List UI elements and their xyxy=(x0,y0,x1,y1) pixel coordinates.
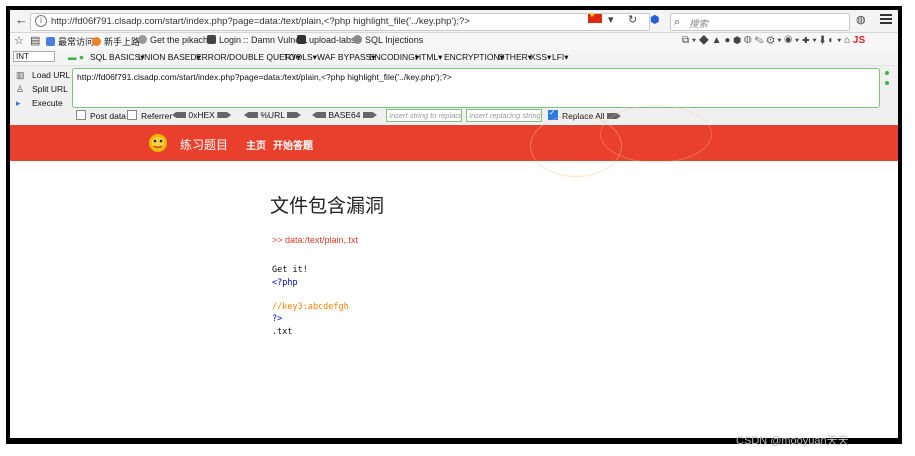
china-flag-icon xyxy=(588,11,602,23)
firefox-icon xyxy=(92,37,101,46)
lantern-decoration xyxy=(600,105,712,163)
menu-sql-basics[interactable]: SQL BASICS▾ xyxy=(90,52,145,63)
nav-start-quiz[interactable]: 开始答题 xyxy=(273,137,313,152)
menu-other[interactable]: OTHER▾ xyxy=(498,52,532,63)
right-arrow-icon[interactable] xyxy=(217,112,232,118)
site-header: 练习题目 主页 开始答题 xyxy=(10,105,898,177)
execute-button[interactable]: ▸ Execute xyxy=(16,98,63,109)
bookmark-getting-started[interactable]: 新手上路 xyxy=(92,35,140,48)
navigation-bar: ← i http://fd06f791.clsadp.com/start/ind… xyxy=(10,10,898,33)
post-data-checkbox[interactable]: Post data xyxy=(76,110,126,121)
right-arrow-icon[interactable] xyxy=(362,112,377,118)
globe-icon xyxy=(353,35,362,44)
menu-union-based[interactable]: UNION BASED▾ xyxy=(138,52,201,63)
replacing-string-input[interactable]: Insert replacing string xyxy=(466,109,542,122)
hex-encode-control[interactable]: 0xHEX xyxy=(172,110,232,120)
hamburger-icon[interactable] xyxy=(880,14,892,24)
bookmark-upload-labs[interactable]: upload-labs xyxy=(297,35,356,45)
address-bar[interactable]: i http://fd06f791.clsadp.com/start/index… xyxy=(30,13,650,31)
watermark: CSDN @mooyuan天天 xyxy=(736,435,849,447)
search-box[interactable]: ⌕ 搜索 xyxy=(670,13,850,31)
address-text[interactable]: http://fd06f791.clsadp.com/start/index.p… xyxy=(51,16,470,27)
url-encode-control[interactable]: %URL xyxy=(244,110,301,120)
window-frame: ← i http://fd06f791.clsadp.com/start/ind… xyxy=(6,6,902,444)
right-arrow-icon[interactable] xyxy=(287,112,301,118)
bookmark-most-visited[interactable]: 最常访问 xyxy=(46,35,94,48)
folder-icon xyxy=(297,35,306,44)
globe-icon xyxy=(138,35,147,44)
extension-icon[interactable]: ◍ xyxy=(856,13,866,27)
library-icon[interactable]: ▤ xyxy=(30,34,40,48)
bookmark-sql-injections[interactable]: SQL Injections xyxy=(353,35,423,45)
menu-tools[interactable]: TOOLS▾ xyxy=(284,52,317,63)
left-arrow-icon[interactable] xyxy=(172,112,186,118)
load-icon: ▥ xyxy=(16,70,25,80)
bookmarks-bar: ☆ ▤ 最常访问 新手上路 Get the pikachu Login :: D… xyxy=(10,33,898,50)
status-dot-icon xyxy=(885,71,889,75)
bookmark-icon xyxy=(46,37,55,46)
page-content: 练习题目 主页 开始答题 文件包含漏洞 >> data:/text/plain,… xyxy=(10,105,898,438)
menu-waf-bypass[interactable]: WAF BYPASS▾ xyxy=(317,52,376,63)
referrer-checkbox[interactable]: Referrer xyxy=(127,110,172,121)
code-line: <?php xyxy=(272,278,298,288)
status-dot-icon xyxy=(885,81,889,85)
hackbar-url-field[interactable]: http://fd06f791.clsadp.com/start/index.p… xyxy=(72,68,889,108)
code-line: .txt xyxy=(272,327,293,337)
browser-window: ← i http://fd06f791.clsadp.com/start/ind… xyxy=(10,10,898,438)
shield-icon[interactable]: ⬢ xyxy=(650,13,660,27)
insert-string-input[interactable]: Insert string to replace xyxy=(386,109,462,122)
search-input[interactable]: 搜索 xyxy=(689,16,708,30)
code-line: Get it! xyxy=(272,265,308,275)
back-arrow-icon[interactable]: ← xyxy=(15,13,28,27)
split-url-button[interactable]: ♙ Split URL xyxy=(16,84,68,95)
menu-encryption[interactable]: ENCRYPTION▾ xyxy=(444,52,504,63)
nav-home[interactable]: 主页 xyxy=(246,137,266,152)
load-url-button[interactable]: ▥ Load URL xyxy=(16,70,70,81)
play-icon: ▸ xyxy=(16,98,21,108)
dropdown-icon[interactable]: ▾ xyxy=(608,13,614,27)
hackbar-select[interactable]: INT xyxy=(13,51,55,62)
reload-icon[interactable]: ↻ xyxy=(628,13,637,27)
data-uri-link[interactable]: >> data:/text/plain,.txt xyxy=(272,235,358,245)
hackbar-toggle-icons[interactable]: ▬ ● xyxy=(68,52,84,62)
dvwa-icon xyxy=(207,35,216,44)
info-icon[interactable]: i xyxy=(35,15,47,27)
bookmark-dvwa[interactable]: Login :: Damn Vulne... xyxy=(207,35,308,45)
code-line: ?> xyxy=(272,314,283,324)
bookmark-pikachu[interactable]: Get the pikachu xyxy=(138,35,213,45)
page-title: 文件包含漏洞 xyxy=(270,195,385,217)
hackbar-panel: ▥ Load URL ♙ Split URL ▸ Execute http://fd0… xyxy=(10,66,898,124)
menu-lfi[interactable]: LFI▾ xyxy=(552,52,569,63)
site-brand[interactable]: 练习题目 xyxy=(180,136,228,153)
left-arrow-icon[interactable] xyxy=(244,112,258,118)
toolbar-extension-icons[interactable]: ⧉ ▾ ◆ ▲ ● ⬢ ◍ ✎ ⚙ ▾ ◉ ▾ ✚ ▾ ⬇ ◐ ▾ ⌂ JS xyxy=(682,34,865,48)
left-arrow-icon[interactable] xyxy=(312,112,326,118)
menu-xss[interactable]: XSS▾ xyxy=(530,52,551,63)
menu-encoding[interactable]: ENCODING▾ xyxy=(369,52,419,63)
base64-control[interactable]: BASE64 xyxy=(312,110,377,120)
lion-logo-icon xyxy=(149,134,167,152)
menu-html[interactable]: HTML▾ xyxy=(415,52,442,63)
split-icon: ♙ xyxy=(16,84,25,94)
star-icon[interactable]: ☆ xyxy=(14,34,24,48)
hackbar-menu: INT ▬ ● SQL BASICS▾ UNION BASED▾ ERROR/D… xyxy=(10,50,898,66)
search-icon: ⌕ xyxy=(674,16,681,28)
code-line: //key3:abcdefgh xyxy=(272,302,349,312)
